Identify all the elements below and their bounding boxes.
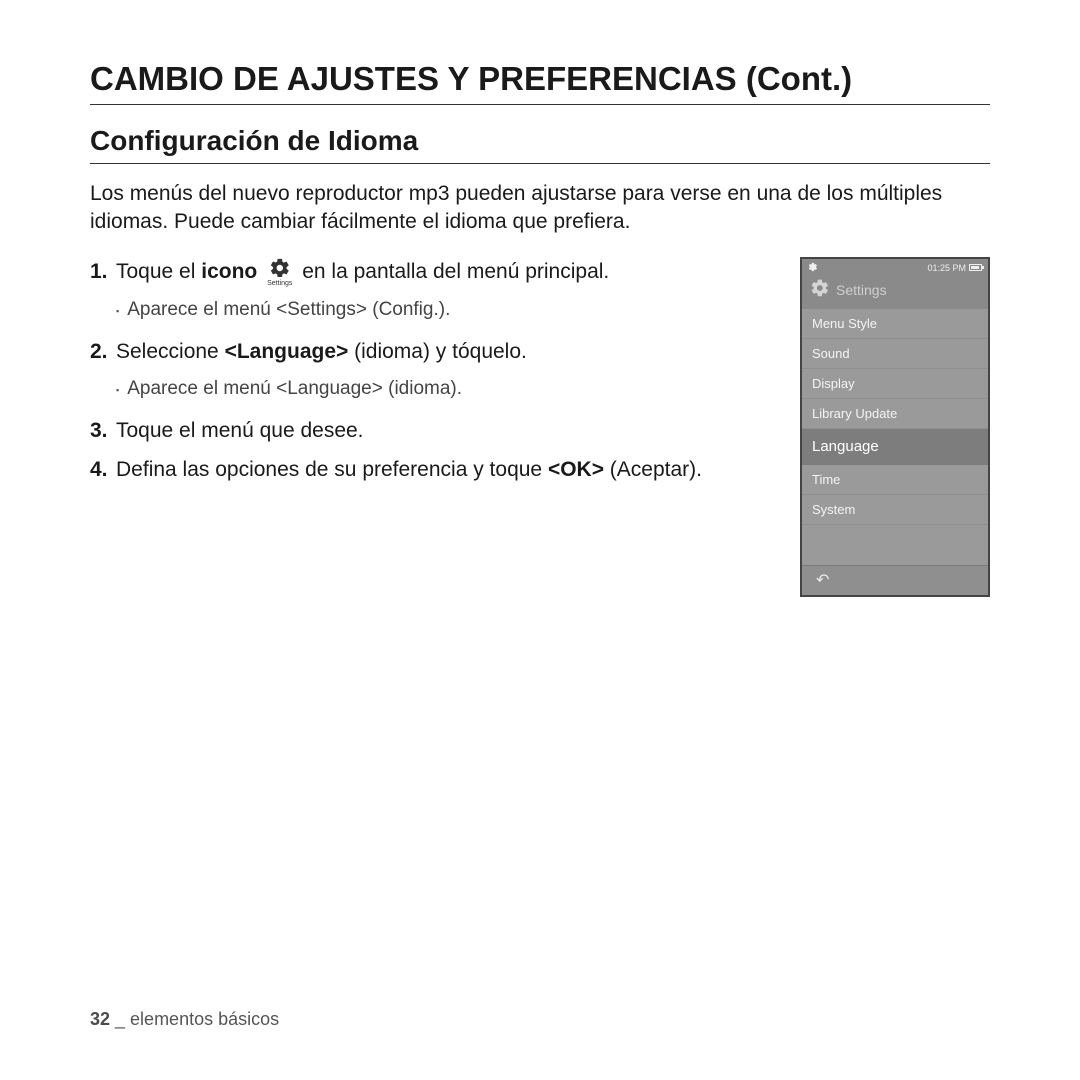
device-menu-item[interactable]: Library Update bbox=[802, 399, 988, 429]
page-footer: 32 _ elementos básicos bbox=[90, 1009, 279, 1030]
step-2: 2. Seleccione <Language> (idioma) y tóqu… bbox=[90, 337, 780, 366]
step-sub-text: Aparece el menú <Settings> (Conﬁg.). bbox=[127, 297, 450, 323]
footer-sep: _ bbox=[110, 1009, 130, 1029]
step-text-c: (idioma) y tóquelo. bbox=[348, 340, 527, 363]
gear-icon-label: Settings bbox=[267, 280, 292, 287]
step-number: 3. bbox=[90, 416, 116, 445]
steps-column: 1. Toque el icono Settings en la pantall… bbox=[90, 257, 780, 495]
step-1: 1. Toque el icono Settings en la pantall… bbox=[90, 257, 780, 287]
step-1-sub: Aparece el menú <Settings> (Conﬁg.). bbox=[116, 297, 780, 323]
device-menu-item[interactable]: Time bbox=[802, 465, 988, 495]
device-time: 01:25 PM bbox=[927, 263, 966, 273]
step-number: 4. bbox=[90, 455, 116, 484]
device-menu-item[interactable]: Language bbox=[802, 429, 988, 465]
step-3: 3. Toque el menú que desee. bbox=[90, 416, 780, 445]
device-navbar[interactable]: ↶ bbox=[802, 565, 988, 595]
step-number: 1. bbox=[90, 257, 116, 287]
step-text-bold: <Language> bbox=[225, 340, 349, 363]
step-text-a: Seleccione bbox=[116, 340, 225, 363]
device-header: Settings bbox=[802, 276, 988, 309]
step-text-c: en la pantalla del menú principal. bbox=[302, 260, 609, 283]
step-text-c: (Aceptar). bbox=[604, 458, 702, 481]
step-body: Toque el icono Settings en la pantalla d… bbox=[116, 257, 780, 287]
intro-paragraph: Los menús del nuevo reproductor mp3 pued… bbox=[90, 180, 990, 237]
section-title: Conﬁguración de Idioma bbox=[90, 125, 990, 164]
step-text-bold: <OK> bbox=[548, 458, 604, 481]
device-spacer bbox=[802, 525, 988, 565]
device-statusbar: 01:25 PM bbox=[802, 259, 988, 276]
step-text-bold: icono bbox=[201, 260, 257, 283]
step-number: 2. bbox=[90, 337, 116, 366]
device-mockup: 01:25 PM Settings Menu StyleSoundDisplay… bbox=[800, 257, 990, 597]
status-left-icon bbox=[808, 262, 818, 274]
step-4: 4. Deﬁna las opciones de su preferencia … bbox=[90, 455, 780, 484]
step-2-sub: Aparece el menú <Language> (idioma). bbox=[116, 376, 780, 402]
gear-icon bbox=[810, 278, 830, 303]
gear-icon: Settings bbox=[267, 257, 292, 287]
device-menu-item[interactable]: Sound bbox=[802, 339, 988, 369]
step-body: Seleccione <Language> (idioma) y tóquelo… bbox=[116, 337, 780, 366]
step-text-a: Deﬁna las opciones de su preferencia y t… bbox=[116, 458, 548, 481]
battery-icon bbox=[969, 264, 982, 271]
step-sub-text: Aparece el menú <Language> (idioma). bbox=[127, 376, 462, 402]
device-menu-item[interactable]: Display bbox=[802, 369, 988, 399]
step-body: Deﬁna las opciones de su preferencia y t… bbox=[116, 455, 780, 484]
device-menu-item[interactable]: Menu Style bbox=[802, 309, 988, 339]
page-number: 32 bbox=[90, 1009, 110, 1029]
device-menu-list: Menu StyleSoundDisplayLibrary UpdateLang… bbox=[802, 309, 988, 525]
back-icon[interactable]: ↶ bbox=[816, 570, 829, 590]
device-screen-title: Settings bbox=[836, 282, 887, 298]
page-title: CAMBIO DE AJUSTES Y PREFERENCIAS (Cont.) bbox=[90, 60, 990, 105]
step-body: Toque el menú que desee. bbox=[116, 416, 780, 445]
device-menu-item[interactable]: System bbox=[802, 495, 988, 525]
footer-section: elementos básicos bbox=[130, 1009, 279, 1029]
step-text-a: Toque el bbox=[116, 260, 201, 283]
content-row: 1. Toque el icono Settings en la pantall… bbox=[90, 257, 990, 597]
